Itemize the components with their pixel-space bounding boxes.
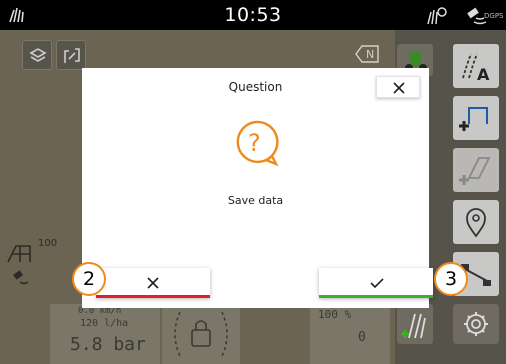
rate-value: 120 l/ha (80, 318, 129, 329)
location-button[interactable] (453, 200, 499, 244)
close-button[interactable] (376, 76, 420, 98)
field-add-button[interactable] (397, 304, 433, 344)
application-rate-panel: 100 % 0 (310, 304, 390, 364)
tractor-signal-icon (427, 7, 447, 25)
guidance-lines-a-icon: A (462, 53, 490, 84)
cancel-button[interactable] (96, 268, 210, 298)
field-boundary-icon (7, 245, 31, 263)
close-icon (393, 82, 405, 94)
headland-icon (459, 157, 491, 185)
pressure-value: 5.8 bar (70, 334, 146, 355)
speed-rate-panel: 0.0 km/h 120 l/ha 5.8 bar (50, 304, 160, 364)
save-data-dialog: Question ? Save data (82, 68, 433, 308)
status-bar: 10:53 DGPS (0, 0, 506, 30)
dialog-message: Save data (227, 194, 284, 207)
settings-button[interactable] (453, 304, 499, 344)
cross-icon (147, 277, 159, 289)
layers-icon (29, 48, 47, 62)
svg-text:A: A (477, 65, 490, 84)
settings-gear-icon (464, 312, 488, 336)
gps-satellite-icon (13, 270, 29, 285)
percent-value: 100 % (318, 308, 352, 321)
confirm-button[interactable] (319, 268, 433, 298)
headland-button[interactable] (453, 148, 499, 192)
lock-panel[interactable] (162, 304, 240, 364)
svg-text:?: ? (248, 129, 261, 157)
field-value: 100 (38, 238, 58, 249)
callout-badge-confirm: 3 (434, 262, 468, 296)
field-add-icon (401, 313, 426, 339)
dgps-label: DGPS (484, 12, 504, 20)
compass-icon[interactable]: N (352, 42, 382, 66)
field-boundary-add-button[interactable] (453, 96, 499, 140)
map-orientation-button[interactable] (56, 40, 86, 70)
checkmark-icon (370, 278, 384, 289)
question-bubble-icon: ? (236, 120, 279, 167)
map-orientation-icon (64, 48, 80, 63)
layers-button[interactable] (22, 40, 52, 70)
guidance-lines-button[interactable]: A (453, 44, 499, 88)
callout-badge-cancel: 2 (72, 262, 106, 296)
counter-value: 0 (358, 330, 366, 345)
field-boundary-add-icon (459, 107, 488, 131)
svg-text:N: N (366, 48, 374, 61)
lock-icon (174, 311, 228, 357)
location-pin-icon (466, 208, 486, 238)
